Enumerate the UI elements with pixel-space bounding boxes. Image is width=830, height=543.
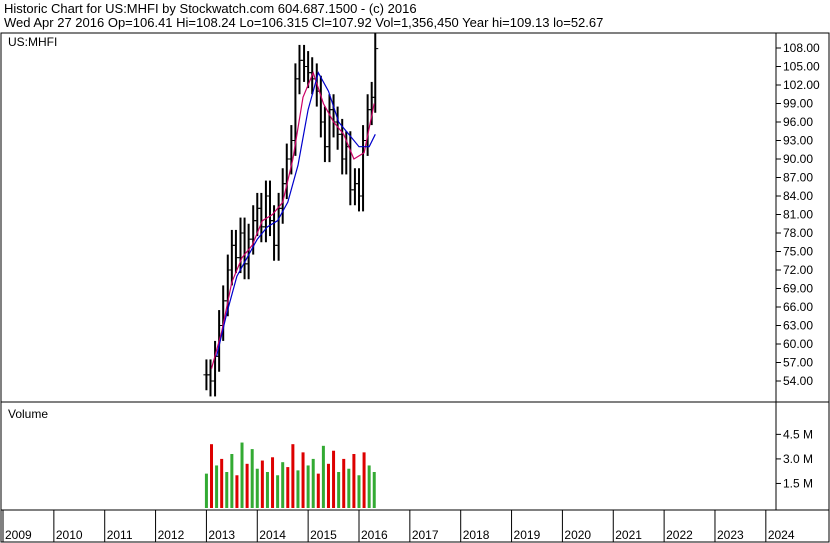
moving-average-short xyxy=(210,70,375,369)
price-y-tick-label: 54.00 xyxy=(783,374,813,388)
volume-bar xyxy=(347,468,351,508)
volume-bar xyxy=(316,473,320,508)
volume-bar xyxy=(260,460,264,508)
price-y-tick-label: 60.00 xyxy=(783,337,813,351)
volume-bar xyxy=(321,445,325,508)
x-tick-label: 2021 xyxy=(615,528,642,542)
volume-bar xyxy=(362,452,366,508)
volume-bar xyxy=(301,452,305,508)
volume-bar xyxy=(220,458,224,508)
x-tick-label: 2024 xyxy=(768,528,795,542)
volume-bar xyxy=(225,472,229,508)
x-tick-label: 2013 xyxy=(208,528,235,542)
price-y-tick-label: 75.00 xyxy=(783,245,813,259)
price-panel-title: US:MHFI xyxy=(8,35,57,49)
price-y-tick-label: 87.00 xyxy=(783,171,813,185)
volume-bar xyxy=(306,465,310,508)
x-tick-label: 2023 xyxy=(717,528,744,542)
volume-bar xyxy=(265,472,269,508)
volume-y-tick-label: 3.0 M xyxy=(783,452,813,466)
price-y-tick-label: 72.00 xyxy=(783,263,813,277)
volume-bar xyxy=(296,470,300,508)
volume-bar xyxy=(230,454,234,508)
x-tick-label: 2011 xyxy=(107,528,133,542)
price-y-tick-label: 99.00 xyxy=(783,97,813,111)
volume-bar xyxy=(245,463,249,508)
volume-bar xyxy=(357,475,361,508)
x-tick-label: 2019 xyxy=(514,528,541,542)
x-tick-label: 2009 xyxy=(5,528,32,542)
x-axis-ticks: 2009 2010 2011 2012 2013 2014 2015 2016 2017 2018… xyxy=(2,510,795,542)
price-y-tick-label: 69.00 xyxy=(783,282,813,296)
volume-bar xyxy=(240,442,244,508)
volume-bar xyxy=(276,475,280,508)
volume-bar xyxy=(337,472,341,508)
volume-bar xyxy=(286,467,290,508)
chart-frame xyxy=(0,32,830,543)
volume-bar xyxy=(311,458,315,508)
volume-bar xyxy=(372,472,376,508)
price-marks xyxy=(203,33,379,397)
volume-bar xyxy=(326,463,330,508)
volume-y-ticks: 4.5 M 3.0 M 1.5 M xyxy=(776,427,813,490)
volume-bar xyxy=(271,457,275,508)
chart-header-quote: Wed Apr 27 2016 Op=106.41 Hi=108.24 Lo=1… xyxy=(4,15,603,30)
volume-y-tick-label: 4.5 M xyxy=(783,427,813,441)
volume-bar xyxy=(281,462,285,508)
volume-y-tick-label: 1.5 M xyxy=(783,476,813,490)
price-y-tick-label: 93.00 xyxy=(783,134,813,148)
x-tick-label: 2020 xyxy=(564,528,591,542)
price-y-tick-label: 96.00 xyxy=(783,115,813,129)
x-tick-label: 2018 xyxy=(463,528,490,542)
price-y-tick-label: 66.00 xyxy=(783,300,813,314)
x-tick-label: 2012 xyxy=(158,528,185,542)
x-tick-label: 2016 xyxy=(361,528,388,542)
stock-chart: Historic Chart for US:MHFI by Stockwatch… xyxy=(0,1,830,543)
price-y-ticks: 108.00 105.00 102.00 99.00 96.00 93.00 90.00 87… xyxy=(776,41,820,388)
price-y-tick-label: 57.00 xyxy=(783,356,813,370)
volume-bar xyxy=(210,444,214,508)
x-tick-label: 2014 xyxy=(259,528,286,542)
volume-bar xyxy=(291,444,295,508)
price-y-tick-label: 81.00 xyxy=(783,208,813,222)
x-tick-label: 2010 xyxy=(56,528,83,542)
volume-bar xyxy=(204,473,208,508)
volume-bar xyxy=(255,468,259,508)
price-y-tick-label: 108.00 xyxy=(783,41,820,55)
price-y-tick-label: 102.00 xyxy=(783,78,820,92)
volume-bar xyxy=(235,475,239,508)
volume-marks xyxy=(204,442,376,508)
price-y-tick-label: 90.00 xyxy=(783,152,813,166)
x-tick-label: 2022 xyxy=(666,528,693,542)
price-y-tick-label: 63.00 xyxy=(783,319,813,333)
price-y-tick-label: 84.00 xyxy=(783,189,813,203)
volume-bar xyxy=(215,465,219,508)
x-tick-label: 2017 xyxy=(412,528,439,542)
chart-header-title: Historic Chart for US:MHFI by Stockwatch… xyxy=(4,1,417,16)
volume-bar xyxy=(367,465,371,508)
price-y-tick-label: 105.00 xyxy=(783,60,820,74)
volume-panel-title: Volume xyxy=(8,407,48,421)
volume-bar xyxy=(342,458,346,508)
volume-bar xyxy=(352,454,356,508)
volume-bar xyxy=(332,450,336,508)
volume-bar xyxy=(250,449,254,508)
x-tick-label: 2015 xyxy=(310,528,337,542)
price-y-tick-label: 78.00 xyxy=(783,226,813,240)
